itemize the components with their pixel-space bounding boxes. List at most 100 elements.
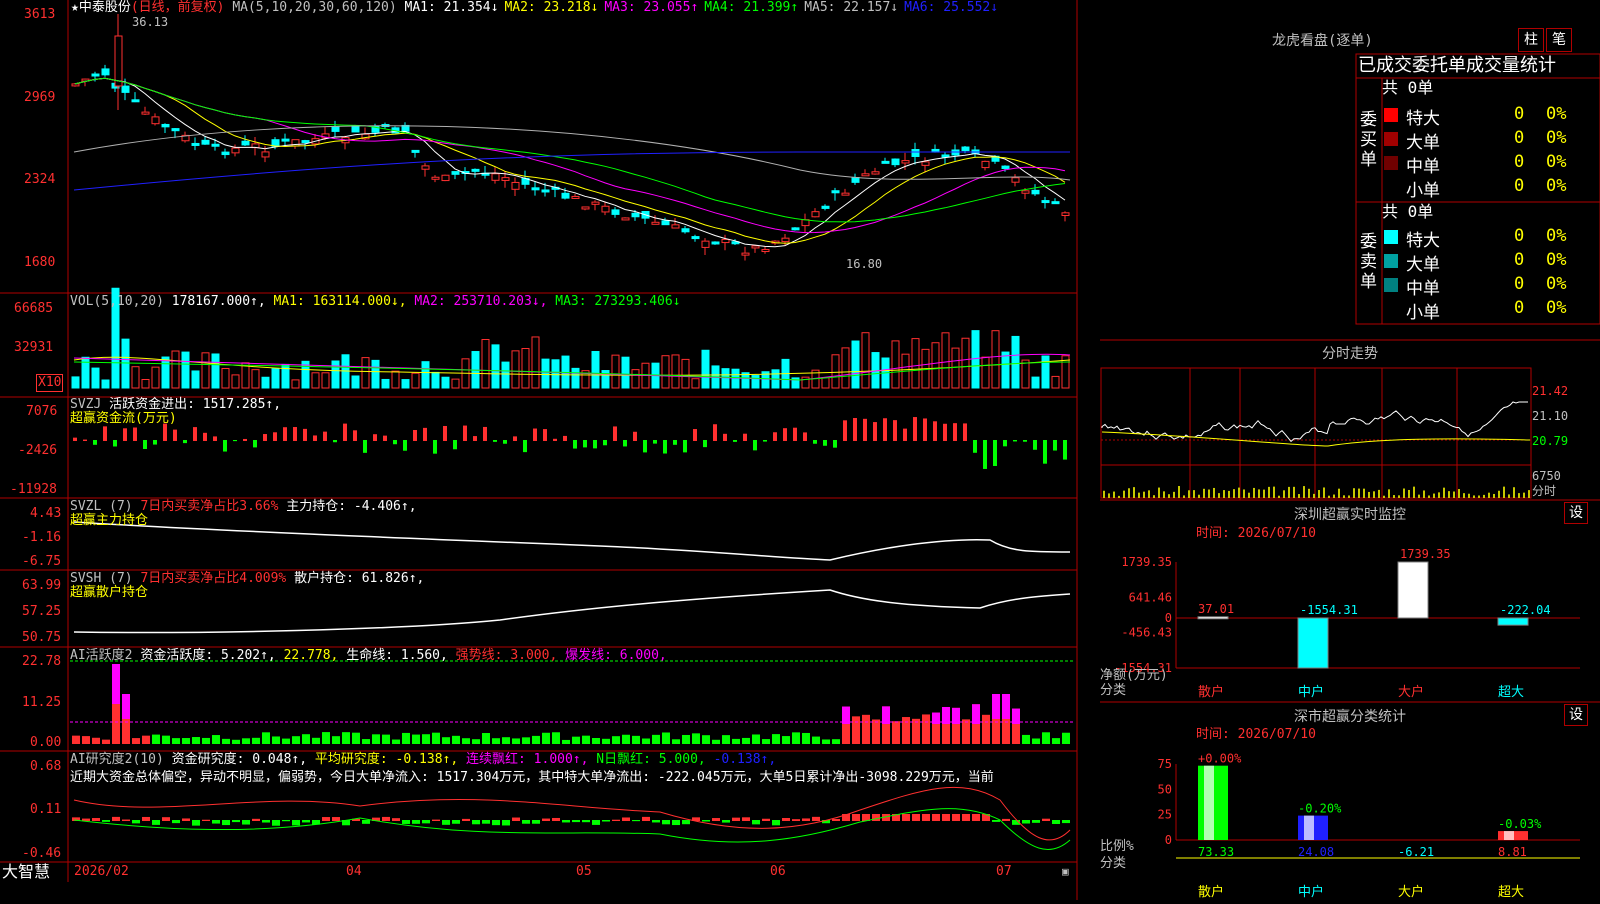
active-bar-top <box>972 704 980 724</box>
money-flow-bar <box>943 423 947 441</box>
research-bar <box>292 820 300 826</box>
category-name: 散户 <box>1198 884 1224 900</box>
candle-body <box>981 160 990 169</box>
intraday-vol-bar <box>1173 491 1175 498</box>
intraday-vol-bar <box>1408 489 1410 498</box>
kline-chart-area[interactable]: 3613 2969 2324 1680 66685 32931 X10 7076… <box>0 0 1100 900</box>
tick-mode-button[interactable]: 笔 <box>1546 28 1572 52</box>
research-bar <box>552 817 560 821</box>
money-flow-bar <box>103 426 107 441</box>
research-bar <box>902 814 910 821</box>
money-flow-bar <box>733 440 737 442</box>
research-bar <box>1042 818 1050 821</box>
vol-ytick-2: 32931 <box>14 340 54 355</box>
vol-ytick-1: 66685 <box>14 301 54 316</box>
row-count: 0 <box>1514 104 1525 124</box>
volume-bar <box>1011 335 1020 389</box>
active-bar <box>342 732 350 744</box>
row-count: 0 <box>1514 152 1525 172</box>
volume-bar <box>751 375 760 389</box>
svzl-panel[interactable] <box>73 521 1071 561</box>
svzj-panel[interactable] <box>73 417 1067 469</box>
period-label[interactable]: (日线，前复权) <box>131 0 225 15</box>
sz-category-settings-button[interactable]: 设 <box>1564 704 1588 726</box>
research-bar <box>1022 820 1030 824</box>
volume-bar <box>251 369 260 389</box>
monitor-category: 散户 <box>1198 684 1224 700</box>
research-bar <box>92 818 100 821</box>
intraday-vol-bar <box>1498 490 1500 498</box>
candle-body <box>811 211 820 218</box>
active-bar <box>762 739 770 744</box>
intraday-vol-bar <box>1283 490 1285 498</box>
active-bar <box>682 734 690 744</box>
candle-body <box>431 176 440 180</box>
active-bar <box>912 718 920 744</box>
sz-monitor-settings-button[interactable]: 设 <box>1564 502 1588 524</box>
xaxis-label-1: 2026/02 <box>74 864 129 879</box>
volume-bar <box>91 367 100 389</box>
intraday-vol-bar <box>1438 492 1440 498</box>
money-flow-bar <box>243 438 247 441</box>
intraday-vol-bar <box>1288 486 1290 498</box>
intraday-vol-bar <box>1448 491 1450 498</box>
research-bar <box>642 816 650 821</box>
sz-category-chart[interactable]: 75 50 25 0 +0.00% 73.33 散户 -0.20% 24.08 中户 -6.21 大户… <box>1158 752 1580 900</box>
active-bar <box>672 739 680 744</box>
lock-icon[interactable]: ▣ <box>1062 864 1069 880</box>
money-flow-bar <box>333 440 337 443</box>
money-flow-bar <box>153 440 157 445</box>
monitor-value-label: 1739.35 <box>1400 547 1451 561</box>
intraday-vol-bar <box>1338 488 1340 498</box>
research-bar <box>322 817 330 821</box>
sz-monitor-chart[interactable]: 1739.35641.460-456.43-1554.3137.01散户-155… <box>1114 547 1580 700</box>
research-bar <box>202 819 210 821</box>
intraday-chart[interactable] <box>1100 367 1532 500</box>
svsh-panel[interactable] <box>73 589 1071 634</box>
research-bar <box>962 814 970 821</box>
price-panel[interactable] <box>71 14 1071 261</box>
research-bar <box>972 814 980 821</box>
category-change-label: -0.03% <box>1498 817 1542 831</box>
money-flow-bar <box>743 433 747 441</box>
active-bar <box>182 738 190 744</box>
ai-research-panel[interactable] <box>72 786 1071 850</box>
volume-bar <box>161 356 170 389</box>
intraday-vol-bar <box>1458 489 1460 498</box>
research-bar <box>702 820 710 822</box>
intraday-vol-bar <box>1468 493 1470 498</box>
bar-mode-button[interactable]: 柱 <box>1518 28 1544 52</box>
row-pct: 0% <box>1546 250 1567 270</box>
active-bar <box>82 736 90 744</box>
volume-bar <box>941 332 950 389</box>
money-flow-bar <box>803 432 807 441</box>
svzj-ytick-1: 7076 <box>26 404 58 419</box>
money-flow-bar <box>1013 440 1017 442</box>
money-flow-bar <box>323 431 327 441</box>
intraday-vol-bar <box>1368 491 1370 498</box>
price-ytick-1: 3613 <box>24 7 56 22</box>
longhu-row: 小单 0 0% <box>1382 298 1600 323</box>
stock-title[interactable]: ★中泰股份 <box>71 0 131 15</box>
money-flow-bar <box>523 440 527 453</box>
candle-body <box>851 177 860 183</box>
volume-bar <box>311 372 320 389</box>
longhu-row: 中单 0 0% <box>1382 152 1600 177</box>
intraday-vol-bar <box>1193 490 1195 498</box>
intraday-vol-bar <box>1123 490 1125 498</box>
active-bar <box>202 737 210 744</box>
candle-body <box>1001 165 1010 169</box>
intraday-vol-bar <box>1423 490 1425 498</box>
research-bar <box>102 820 110 822</box>
sell-total: 共 0单 <box>1382 202 1434 221</box>
vol-value: 178167.000↑, <box>171 294 266 309</box>
research-bar <box>442 820 450 825</box>
candle-body <box>1051 201 1060 205</box>
active-bar <box>862 714 870 744</box>
intraday-vol-bar <box>1393 495 1395 498</box>
app-logo[interactable]: 大智慧 <box>2 864 50 880</box>
money-flow-bar <box>633 431 637 441</box>
ai-active-panel[interactable] <box>70 660 1075 744</box>
candle-body <box>591 201 600 205</box>
active-bar <box>162 735 170 744</box>
